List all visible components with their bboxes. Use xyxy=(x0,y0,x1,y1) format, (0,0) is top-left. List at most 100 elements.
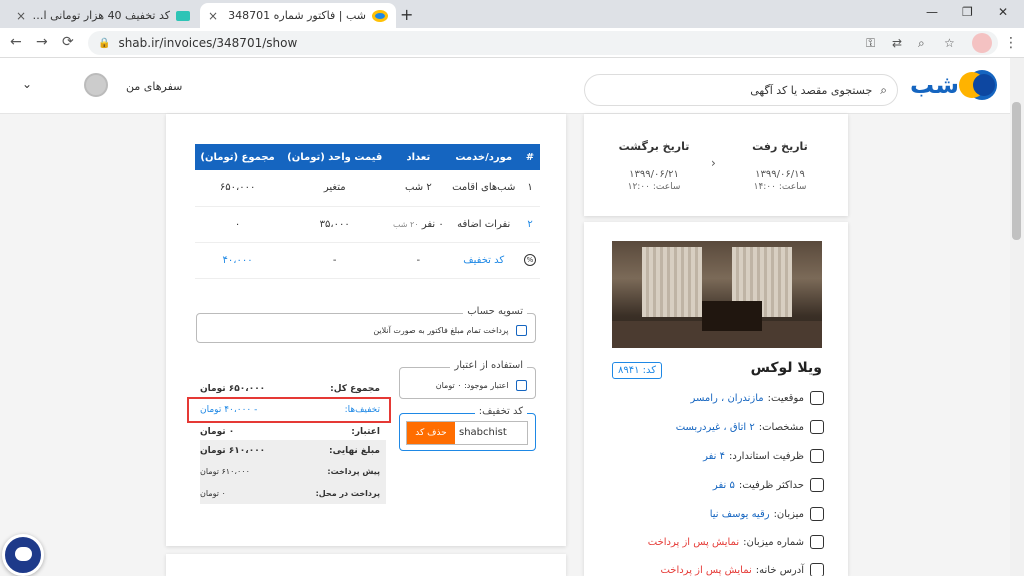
discount-code-link[interactable]: کد تخفیف xyxy=(447,242,520,279)
use-credit-checkbox[interactable] xyxy=(516,379,527,391)
close-window-icon[interactable]: ✕ xyxy=(998,5,1008,19)
summary-label: پیش پرداخت: xyxy=(327,467,380,476)
row-item: نفرات اضافه xyxy=(447,206,520,243)
return-time: ساعت: ۱۲:۰۰ xyxy=(627,182,681,192)
online-payment-option[interactable]: پرداخت تمام مبلغ فاکتور به صورت آنلاین xyxy=(373,323,527,336)
back-icon[interactable]: ← xyxy=(10,34,22,50)
translate-icon[interactable]: ⇄ xyxy=(892,36,902,50)
close-tab-icon[interactable]: × xyxy=(208,9,218,23)
zoom-icon[interactable]: ⌕ xyxy=(918,36,925,51)
highlight-box xyxy=(187,397,391,423)
row-number: ۱ xyxy=(520,170,540,207)
people-plus-icon xyxy=(810,478,824,492)
chat-support-button[interactable] xyxy=(2,534,44,576)
summary-final-row: مبلغ نهایی: ۶۱۰،۰۰۰ تومان xyxy=(200,446,380,456)
row-unit-price: ۳۵،۰۰۰ xyxy=(280,206,390,243)
location-icon xyxy=(810,391,824,405)
summary-label: مجموع کل: xyxy=(330,384,380,394)
phone-icon xyxy=(810,535,824,549)
credit-legend: استفاده از اعتبار xyxy=(450,360,527,371)
info-label: میزبان: xyxy=(773,508,804,520)
row-count: - xyxy=(389,242,448,279)
logo-icon xyxy=(959,70,999,100)
table-header: # xyxy=(520,144,540,170)
row-item: شب‌های اقامت xyxy=(447,170,520,207)
settlement-legend: تسویه حساب xyxy=(463,306,527,317)
row-total: ۶۵۰،۰۰۰ xyxy=(195,170,281,207)
row-unit-price: - xyxy=(280,242,390,279)
remove-code-button[interactable]: حذف کد xyxy=(407,422,455,444)
tab-title: کد تخفیف 40 هزار تومانی اولین رزرو xyxy=(32,9,170,22)
lock-icon: 🔒 xyxy=(98,37,111,49)
villa-standard-capacity-row: ظرفیت استاندارد: ۴ نفر xyxy=(600,449,824,463)
table-row: % کد تخفیف - - ۴۰،۰۰۰ xyxy=(195,242,540,279)
summary-total-row: مجموع کل: ۶۵۰،۰۰۰ تومان xyxy=(200,384,380,394)
profile-avatar[interactable] xyxy=(972,33,992,53)
villa-specs-row: مشخصات: ۲ اتاق ، غیردربست xyxy=(600,420,824,434)
restore-icon[interactable]: ❐ xyxy=(962,5,973,19)
url-field[interactable]: 🔒 shab.ir/invoices/348701/show xyxy=(88,31,998,55)
use-credit-option[interactable]: اعتبار موجود: ۰ تومان xyxy=(436,378,527,391)
browser-tab-bar: کد تخفیف 40 هزار تومانی اولین رزرو × شب … xyxy=(0,0,1024,28)
online-payment-checkbox[interactable] xyxy=(516,324,527,336)
table-row: ۲ نفرات اضافه ۰ نفر ۲۰ شب ۳۵،۰۰۰ ۰ xyxy=(195,206,540,243)
row-number: ۲ xyxy=(520,206,540,243)
info-label: آدرس خانه: xyxy=(755,564,804,576)
scrollbar-thumb[interactable] xyxy=(1012,102,1021,240)
info-value: ۴ نفر xyxy=(703,450,726,462)
minimize-icon[interactable]: — xyxy=(926,5,938,19)
return-label: تاریخ برگشت xyxy=(618,140,690,153)
summary-onsite-row: پرداخت در محل: ۰ تومان xyxy=(200,489,380,498)
villa-host-phone-row: شماره میزبان: نمایش پس از پرداخت xyxy=(600,535,824,549)
new-tab-button[interactable]: + xyxy=(400,5,413,24)
info-label: شماره میزبان: xyxy=(743,536,804,548)
table-header: قیمت واحد (تومان) xyxy=(280,144,390,170)
signpost-icon xyxy=(810,563,824,576)
return-date: تاریخ برگشت ۱۳۹۹/۰۶/۲۱ ساعت: ۱۲:۰۰ xyxy=(604,140,704,192)
summary-value: ۰ تومان xyxy=(200,427,235,437)
row-number: % xyxy=(520,242,540,279)
chevron-down-icon[interactable]: ⌄ xyxy=(22,77,32,91)
logo-text: شب xyxy=(910,71,960,99)
bookmark-star-icon[interactable]: ☆ xyxy=(944,36,955,50)
url-text: shab.ir/invoices/348701/show xyxy=(118,36,298,50)
my-trips-link[interactable]: سفرهای من xyxy=(126,80,182,93)
forward-icon[interactable]: → xyxy=(36,34,48,50)
user-avatar-icon[interactable] xyxy=(84,73,108,97)
departure-date-value: ۱۳۹۹/۰۶/۱۹ xyxy=(755,169,805,180)
destination-search-input[interactable]: ⌕ جستجوی مقصد یا کد آگهی xyxy=(584,74,898,106)
row-unit-price: متغیر xyxy=(280,170,390,207)
browser-menu-icon[interactable]: ⋮ xyxy=(1004,35,1018,51)
villa-title: ویلا لوکس xyxy=(750,360,822,376)
villa-photo[interactable] xyxy=(612,241,822,348)
key-icon[interactable]: ⚿ xyxy=(866,36,875,51)
summary-credit-row: اعتبار: ۰ تومان xyxy=(200,427,380,437)
browser-tab-discount[interactable]: کد تخفیف 40 هزار تومانی اولین رزرو × xyxy=(8,3,198,28)
percent-icon: % xyxy=(524,254,536,266)
row-count: ۲ شب xyxy=(389,170,448,207)
close-tab-icon[interactable]: × xyxy=(16,9,26,23)
summary-value: ۰ تومان xyxy=(200,489,226,498)
summary-label: اعتبار: xyxy=(351,427,380,437)
discount-code-input[interactable]: shabchist xyxy=(455,422,527,444)
villa-code-badge: کد: ۸۹۴۱ xyxy=(612,362,662,379)
info-value: نمایش پس از پرداخت xyxy=(647,536,740,548)
reload-icon[interactable]: ⟳ xyxy=(62,34,74,50)
browser-tab-invoice[interactable]: شب | فاکتور شماره 348701 × xyxy=(200,3,396,28)
summary-value: ۶۵۰،۰۰۰ تومان xyxy=(200,384,266,394)
shab-logo[interactable]: شب xyxy=(906,70,999,100)
info-label: حداکثر ظرفیت: xyxy=(738,479,804,491)
search-placeholder: جستجوی مقصد یا کد آگهی xyxy=(750,83,873,97)
villa-location-row: موقعیت: مازندران ، رامسر xyxy=(600,391,824,405)
summary-value: ۶۱۰،۰۰۰ تومان xyxy=(200,446,266,456)
departure-label: تاریخ رفت xyxy=(752,140,808,153)
info-label: موقعیت: xyxy=(767,392,804,404)
discount-code-group: حذف کد shabchist xyxy=(406,421,528,445)
online-payment-label: پرداخت تمام مبلغ فاکتور به صورت آنلاین xyxy=(373,326,509,335)
departure-time: ساعت: ۱۴:۰۰ xyxy=(753,182,807,192)
search-icon: ⌕ xyxy=(880,82,887,97)
table-header: تعداد xyxy=(389,144,448,170)
info-label: مشخصات: xyxy=(758,421,804,433)
next-section-card xyxy=(166,554,566,576)
table-header: مورد/خدمت xyxy=(447,144,520,170)
